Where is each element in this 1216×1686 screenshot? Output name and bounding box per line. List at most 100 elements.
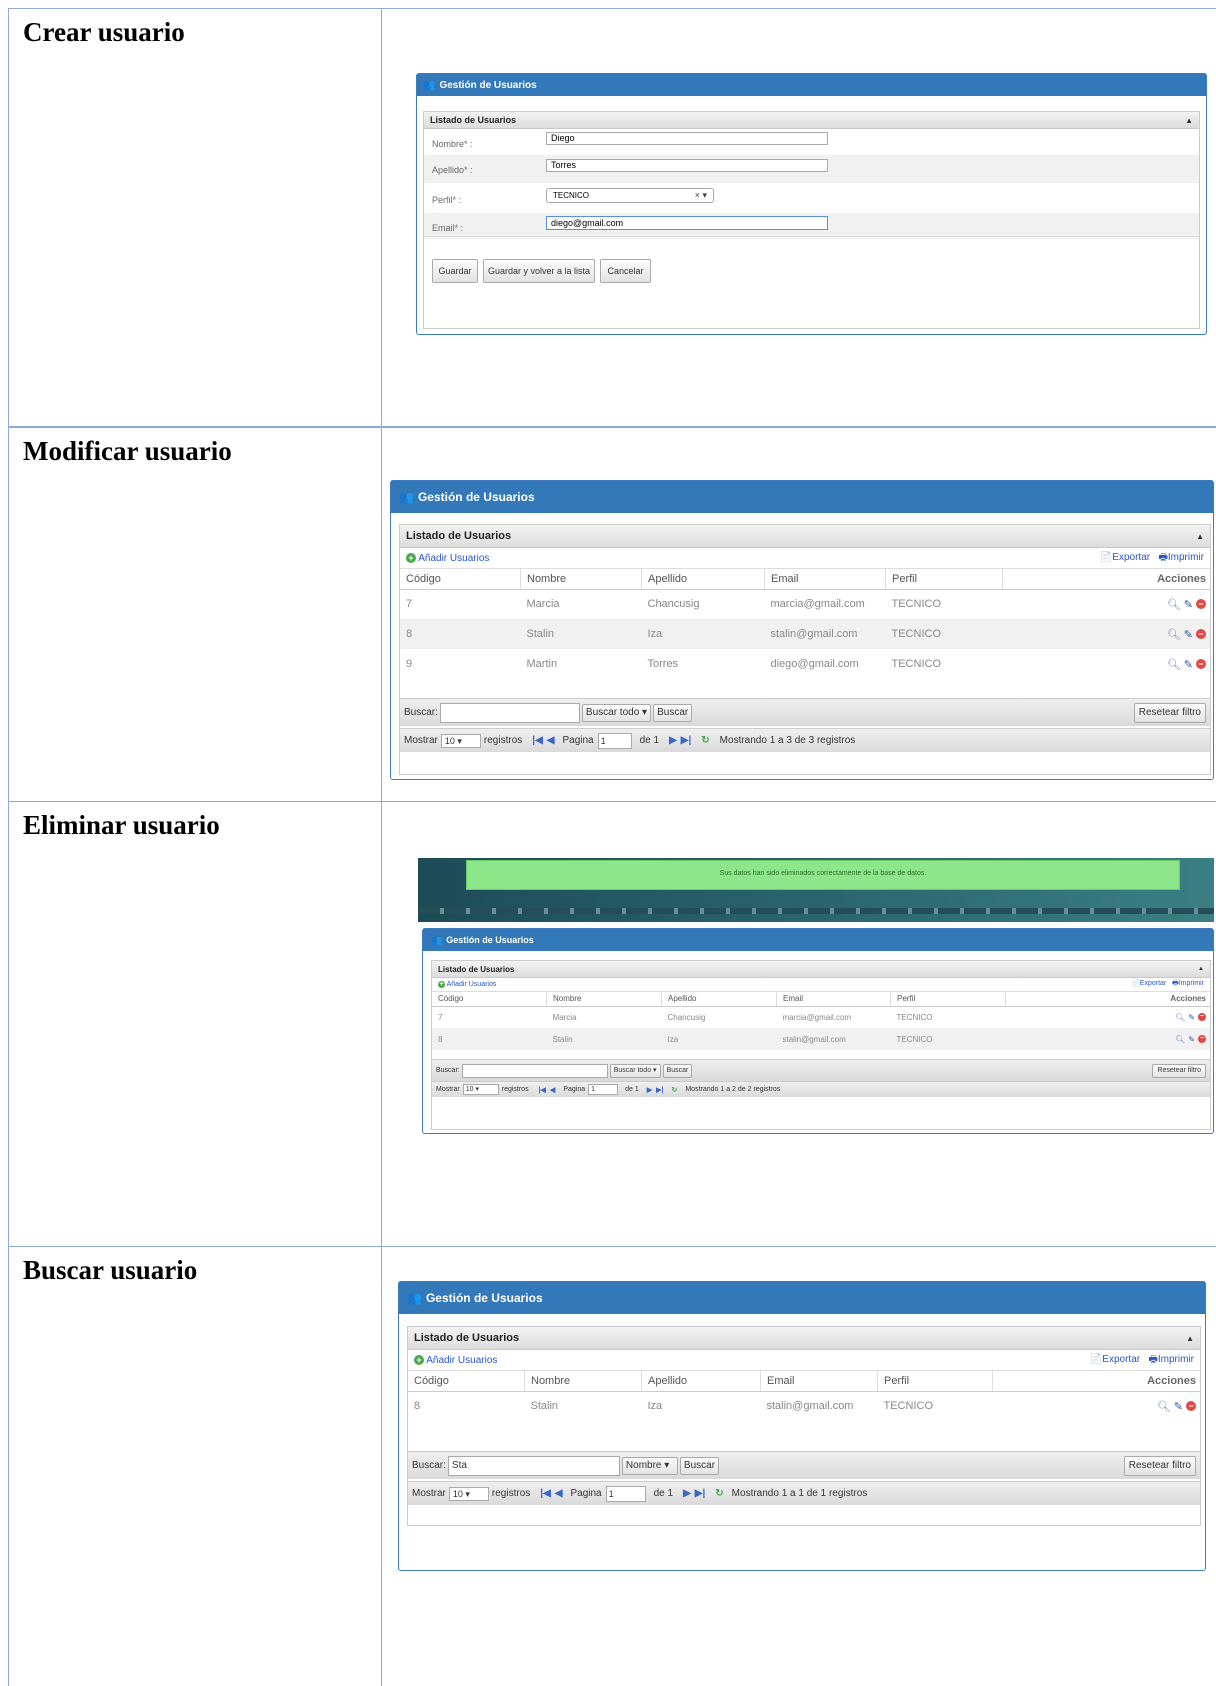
grid-toolbar: + Añadir Usuarios 📄Exportar 🖶Imprimir: [408, 1350, 1200, 1371]
cell: marcia@gmail.com: [782, 1012, 852, 1022]
view-icon[interactable]: 🔍︎: [1175, 1035, 1185, 1044]
delete-icon[interactable]: −: [1196, 599, 1206, 610]
collapse-icon[interactable]: ▲: [1198, 966, 1204, 972]
refresh-icon[interactable]: ↻: [671, 1086, 677, 1094]
last-page-icon[interactable]: ▶|: [656, 1086, 663, 1094]
next-page-icon[interactable]: ▶: [683, 1488, 691, 1499]
last-page-icon[interactable]: ▶|: [681, 735, 692, 746]
table-row[interactable]: 7 Marcia Chancusig marcia@gmail.com TECN…: [432, 1006, 1210, 1028]
row-label: Crear usuario: [23, 17, 185, 47]
refresh-icon[interactable]: ↻: [715, 1488, 723, 1499]
first-page-icon[interactable]: |◀: [532, 735, 543, 746]
edit-icon[interactable]: ✎: [1184, 598, 1193, 611]
page-input[interactable]: 1: [597, 732, 632, 749]
search-input[interactable]: [461, 1063, 608, 1078]
cancel-button[interactable]: Cancelar: [600, 259, 651, 283]
col-header[interactable]: Apellido: [641, 1371, 761, 1392]
export-button[interactable]: 📄Exportar: [1131, 980, 1166, 987]
save-and-return-button[interactable]: Guardar y volver a la lista: [483, 259, 595, 283]
col-header[interactable]: Nombre: [546, 992, 662, 1007]
col-header[interactable]: Código: [408, 1371, 525, 1392]
col-header[interactable]: Perfil: [890, 992, 1006, 1007]
delete-icon[interactable]: −: [1186, 1401, 1196, 1412]
col-header[interactable]: Email: [760, 1371, 878, 1392]
search-button[interactable]: Buscar: [679, 1456, 720, 1475]
search-button[interactable]: Buscar: [653, 703, 693, 722]
first-page-icon[interactable]: |◀: [540, 1488, 551, 1499]
collapse-icon[interactable]: ▲: [1196, 532, 1204, 541]
edit-icon[interactable]: ✎: [1174, 1400, 1183, 1413]
add-users-button[interactable]: + Añadir Usuarios: [438, 981, 496, 988]
table-row[interactable]: 8 Stalin Iza stalin@gmail.com TECNICO 🔍︎…: [408, 1391, 1200, 1421]
view-icon[interactable]: 🔍︎: [1157, 1400, 1171, 1413]
edit-icon[interactable]: ✎: [1188, 1035, 1195, 1044]
col-header[interactable]: Apellido: [661, 992, 777, 1007]
collapse-icon[interactable]: ▲: [1186, 1334, 1194, 1343]
print-button[interactable]: 🖶Imprimir: [1158, 552, 1204, 563]
col-header[interactable]: Nombre: [524, 1371, 642, 1392]
prev-page-icon[interactable]: ◀: [550, 1086, 555, 1094]
delete-icon[interactable]: −: [1198, 1035, 1206, 1043]
view-icon[interactable]: 🔍︎: [1167, 598, 1181, 611]
page-size-select[interactable]: 10 ▾: [448, 1486, 489, 1501]
col-header[interactable]: Nombre: [520, 569, 642, 590]
search-button[interactable]: Buscar: [662, 1063, 693, 1078]
prev-page-icon[interactable]: ◀: [547, 735, 555, 746]
col-header[interactable]: Perfil: [877, 1371, 993, 1392]
reset-filter-button[interactable]: Resetear filtro: [1133, 702, 1206, 723]
search-input[interactable]: [439, 702, 580, 723]
panel-header: 👥 Gestión de Usuarios: [423, 929, 1213, 951]
perfil-select[interactable]: TECNICO × ▾: [546, 188, 714, 203]
last-page-icon[interactable]: ▶|: [695, 1488, 706, 1499]
page-size-select[interactable]: 10 ▾: [440, 733, 481, 748]
table-row[interactable]: 8 Stalin Iza stalin@gmail.com TECNICO 🔍︎…: [400, 619, 1210, 649]
col-header[interactable]: Email: [764, 569, 886, 590]
export-button[interactable]: 📄Exportar: [1090, 1354, 1140, 1365]
apellido-input[interactable]: Torres: [546, 159, 828, 172]
print-button[interactable]: 🖶Imprimir: [1172, 980, 1204, 987]
collapse-icon[interactable]: ▲: [1185, 116, 1193, 125]
edit-icon[interactable]: ✎: [1188, 1013, 1195, 1022]
reset-filter-button[interactable]: Resetear filtro: [1123, 1455, 1196, 1476]
col-header[interactable]: Perfil: [885, 569, 1003, 590]
first-page-icon[interactable]: |◀: [539, 1086, 546, 1094]
view-icon[interactable]: 🔍︎: [1167, 628, 1181, 641]
col-header[interactable]: Apellido: [641, 569, 765, 590]
email-input[interactable]: diego@gmail.com: [546, 216, 828, 230]
table-row[interactable]: 7 Marcia Chancusig marcia@gmail.com TECN…: [400, 589, 1210, 619]
dropdown-clear-caret[interactable]: × ▾: [695, 189, 707, 202]
search-field-select[interactable]: Buscar todo ▾: [609, 1063, 661, 1078]
field-label: Email* :: [432, 223, 464, 233]
add-users-button[interactable]: + Añadir Usuarios: [406, 552, 489, 564]
page-size-select[interactable]: 10 ▾: [462, 1084, 499, 1095]
reset-filter-button[interactable]: Resetear filtro: [1152, 1063, 1206, 1078]
page-input[interactable]: 1: [588, 1084, 619, 1095]
page-input[interactable]: 1: [605, 1485, 646, 1502]
search-field-select[interactable]: Buscar todo ▾: [581, 703, 652, 722]
save-button[interactable]: Guardar: [432, 259, 478, 283]
export-button[interactable]: 📄Exportar: [1100, 552, 1150, 563]
prev-page-icon[interactable]: ◀: [555, 1488, 563, 1499]
search-field-select[interactable]: Nombre ▾: [621, 1456, 678, 1475]
nombre-input[interactable]: Diego: [546, 132, 828, 145]
delete-icon[interactable]: −: [1198, 1013, 1206, 1022]
col-header[interactable]: Email: [776, 992, 891, 1007]
edit-icon[interactable]: ✎: [1184, 658, 1193, 671]
table-row[interactable]: 8 Stalin Iza stalin@gmail.com TECNICO 🔍︎…: [432, 1028, 1210, 1050]
edit-icon[interactable]: ✎: [1184, 628, 1193, 641]
next-page-icon[interactable]: ▶: [647, 1086, 652, 1094]
delete-icon[interactable]: −: [1196, 629, 1206, 639]
print-button[interactable]: 🖶Imprimir: [1148, 1354, 1194, 1365]
refresh-icon[interactable]: ↻: [701, 735, 709, 746]
col-header[interactable]: Código: [400, 569, 521, 590]
delete-icon[interactable]: −: [1196, 659, 1206, 669]
table-row[interactable]: 9 Martin Torres diego@gmail.com TECNICO …: [400, 649, 1210, 679]
users-table: Código Nombre Apellido Email Perfil Acci…: [400, 569, 1210, 679]
next-page-icon[interactable]: ▶: [669, 735, 677, 746]
view-icon[interactable]: 🔍︎: [1175, 1013, 1185, 1022]
add-users-button[interactable]: + Añadir Usuarios: [414, 1354, 497, 1366]
view-icon[interactable]: 🔍︎: [1167, 658, 1181, 671]
col-header[interactable]: Código: [432, 992, 547, 1007]
search-input[interactable]: Sta: [447, 1455, 620, 1476]
show-label: Mostrar: [436, 1086, 460, 1093]
